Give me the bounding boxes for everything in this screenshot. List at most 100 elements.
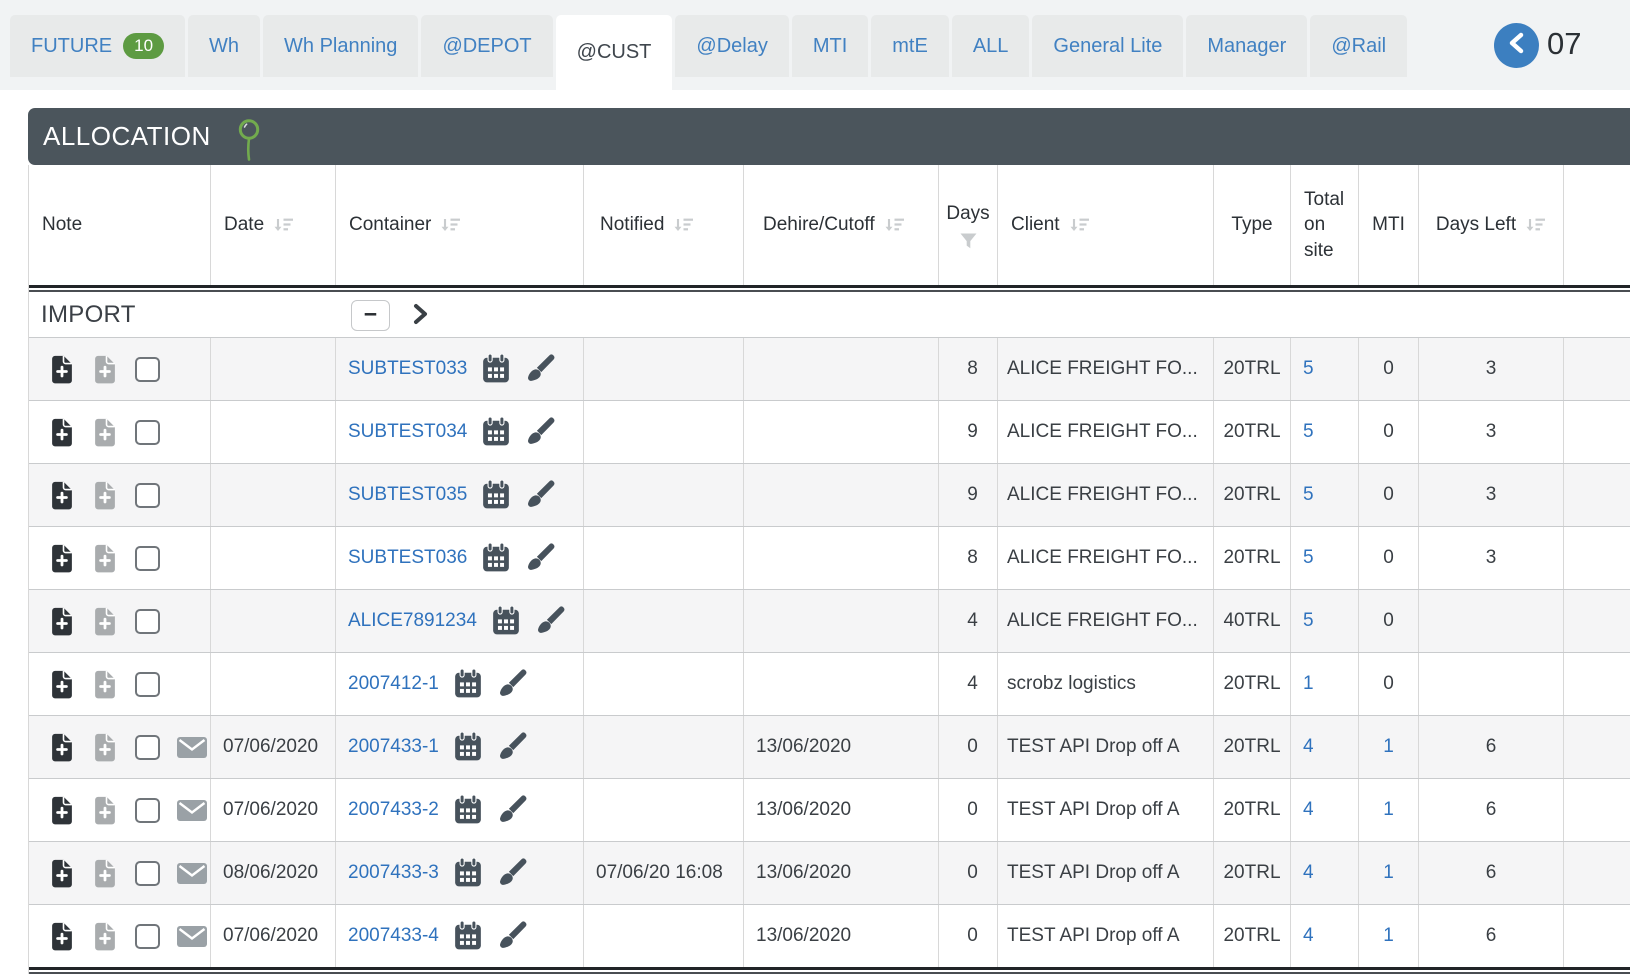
filter-icon[interactable] <box>960 233 977 249</box>
tab-wh[interactable]: Wh <box>188 15 261 77</box>
calendar-icon[interactable] <box>491 606 521 636</box>
row-checkbox[interactable] <box>135 797 160 823</box>
container-link[interactable]: 2007433-1 <box>348 736 439 758</box>
chevron-right-icon[interactable] <box>409 302 431 326</box>
total-on-site-link[interactable]: 5 <box>1303 610 1314 632</box>
mti-link[interactable]: 1 <box>1383 862 1394 884</box>
mti-link[interactable]: 1 <box>1383 736 1394 758</box>
container-link[interactable]: 2007433-2 <box>348 799 439 821</box>
tab-wh-planning[interactable]: Wh Planning <box>263 15 419 77</box>
calendar-icon[interactable] <box>453 921 483 951</box>
sort-icon[interactable] <box>1525 216 1546 235</box>
note-add-button[interactable] <box>49 481 75 510</box>
total-on-site-link[interactable]: 4 <box>1303 736 1314 758</box>
note-add-button[interactable] <box>49 733 75 762</box>
calendar-icon[interactable] <box>481 354 511 384</box>
paintbrush-icon[interactable] <box>497 795 527 825</box>
container-link[interactable]: 2007433-4 <box>348 925 439 947</box>
paintbrush-icon[interactable] <box>525 354 555 384</box>
note-add-secondary-button[interactable] <box>92 796 118 825</box>
sort-icon[interactable] <box>673 216 694 235</box>
tab-mti[interactable]: MTI <box>791 15 869 77</box>
sort-icon[interactable] <box>440 216 461 235</box>
row-checkbox[interactable] <box>135 608 160 634</box>
total-on-site-link[interactable]: 5 <box>1303 547 1314 569</box>
row-checkbox[interactable] <box>135 419 160 445</box>
row-checkbox[interactable] <box>135 671 160 697</box>
collapse-group-button[interactable]: − <box>351 300 390 331</box>
tab-all[interactable]: ALL <box>951 15 1030 77</box>
sort-icon[interactable] <box>1069 216 1090 235</box>
note-add-button[interactable] <box>49 859 75 888</box>
container-link[interactable]: SUBTEST036 <box>348 547 467 569</box>
paintbrush-icon[interactable] <box>497 669 527 699</box>
calendar-icon[interactable] <box>453 795 483 825</box>
calendar-icon[interactable] <box>481 543 511 573</box>
tab-general-lite[interactable]: General Lite <box>1032 15 1184 77</box>
note-add-button[interactable] <box>49 607 75 636</box>
mti-link[interactable]: 1 <box>1383 799 1394 821</box>
tab-delay[interactable]: @Delay <box>675 15 789 77</box>
container-link[interactable]: SUBTEST033 <box>348 358 467 380</box>
note-add-button[interactable] <box>49 544 75 573</box>
mail-icon[interactable] <box>177 736 207 758</box>
note-add-button[interactable] <box>49 922 75 951</box>
row-checkbox[interactable] <box>135 356 160 382</box>
container-link[interactable]: 2007433-3 <box>348 862 439 884</box>
note-add-button[interactable] <box>49 670 75 699</box>
container-link[interactable]: SUBTEST035 <box>348 484 467 506</box>
paintbrush-icon[interactable] <box>497 921 527 951</box>
total-on-site-link[interactable]: 5 <box>1303 421 1314 443</box>
total-on-site-link[interactable]: 5 <box>1303 358 1314 380</box>
tab-rail[interactable]: @Rail <box>1310 15 1408 77</box>
note-add-secondary-button[interactable] <box>92 418 118 447</box>
container-link[interactable]: 2007412-1 <box>348 673 439 695</box>
mail-icon[interactable] <box>177 799 207 821</box>
sort-icon[interactable] <box>884 216 905 235</box>
note-add-secondary-button[interactable] <box>92 544 118 573</box>
note-add-button[interactable] <box>49 796 75 825</box>
tab-manager[interactable]: Manager <box>1186 15 1308 77</box>
container-link[interactable]: ALICE7891234 <box>348 610 477 632</box>
paintbrush-icon[interactable] <box>525 480 555 510</box>
calendar-icon[interactable] <box>481 417 511 447</box>
tab-future[interactable]: FUTURE 10 <box>10 15 186 77</box>
note-add-button[interactable] <box>49 418 75 447</box>
sort-icon[interactable] <box>273 216 294 235</box>
container-link[interactable]: SUBTEST034 <box>348 421 467 443</box>
mti-link[interactable]: 1 <box>1383 925 1394 947</box>
total-on-site-link[interactable]: 4 <box>1303 799 1314 821</box>
total-on-site-link[interactable]: 1 <box>1303 673 1314 695</box>
paintbrush-icon[interactable] <box>497 858 527 888</box>
note-add-secondary-button[interactable] <box>92 481 118 510</box>
note-add-secondary-button[interactable] <box>92 670 118 699</box>
tab-depot[interactable]: @DEPOT <box>421 15 553 77</box>
note-add-secondary-button[interactable] <box>92 733 118 762</box>
note-add-secondary-button[interactable] <box>92 607 118 636</box>
tab-cust[interactable]: @CUST <box>555 15 673 90</box>
mail-icon[interactable] <box>177 862 207 884</box>
row-checkbox[interactable] <box>135 482 160 508</box>
row-checkbox[interactable] <box>135 545 160 571</box>
paintbrush-icon[interactable] <box>497 732 527 762</box>
row-checkbox[interactable] <box>135 923 160 949</box>
calendar-icon[interactable] <box>481 480 511 510</box>
row-checkbox[interactable] <box>135 860 160 886</box>
calendar-icon[interactable] <box>453 732 483 762</box>
calendar-icon[interactable] <box>453 858 483 888</box>
paintbrush-icon[interactable] <box>535 606 565 636</box>
note-add-secondary-button[interactable] <box>92 355 118 384</box>
paintbrush-icon[interactable] <box>525 417 555 447</box>
mail-icon[interactable] <box>177 925 207 947</box>
note-add-secondary-button[interactable] <box>92 859 118 888</box>
note-add-button[interactable] <box>49 355 75 384</box>
tab-mte[interactable]: mtE <box>871 15 949 77</box>
total-on-site-link[interactable]: 4 <box>1303 925 1314 947</box>
paintbrush-icon[interactable] <box>525 543 555 573</box>
total-on-site-link[interactable]: 5 <box>1303 484 1314 506</box>
total-on-site-link[interactable]: 4 <box>1303 862 1314 884</box>
calendar-icon[interactable] <box>453 669 483 699</box>
note-add-secondary-button[interactable] <box>92 922 118 951</box>
row-checkbox[interactable] <box>135 734 160 760</box>
nav-back-button[interactable] <box>1494 23 1539 68</box>
